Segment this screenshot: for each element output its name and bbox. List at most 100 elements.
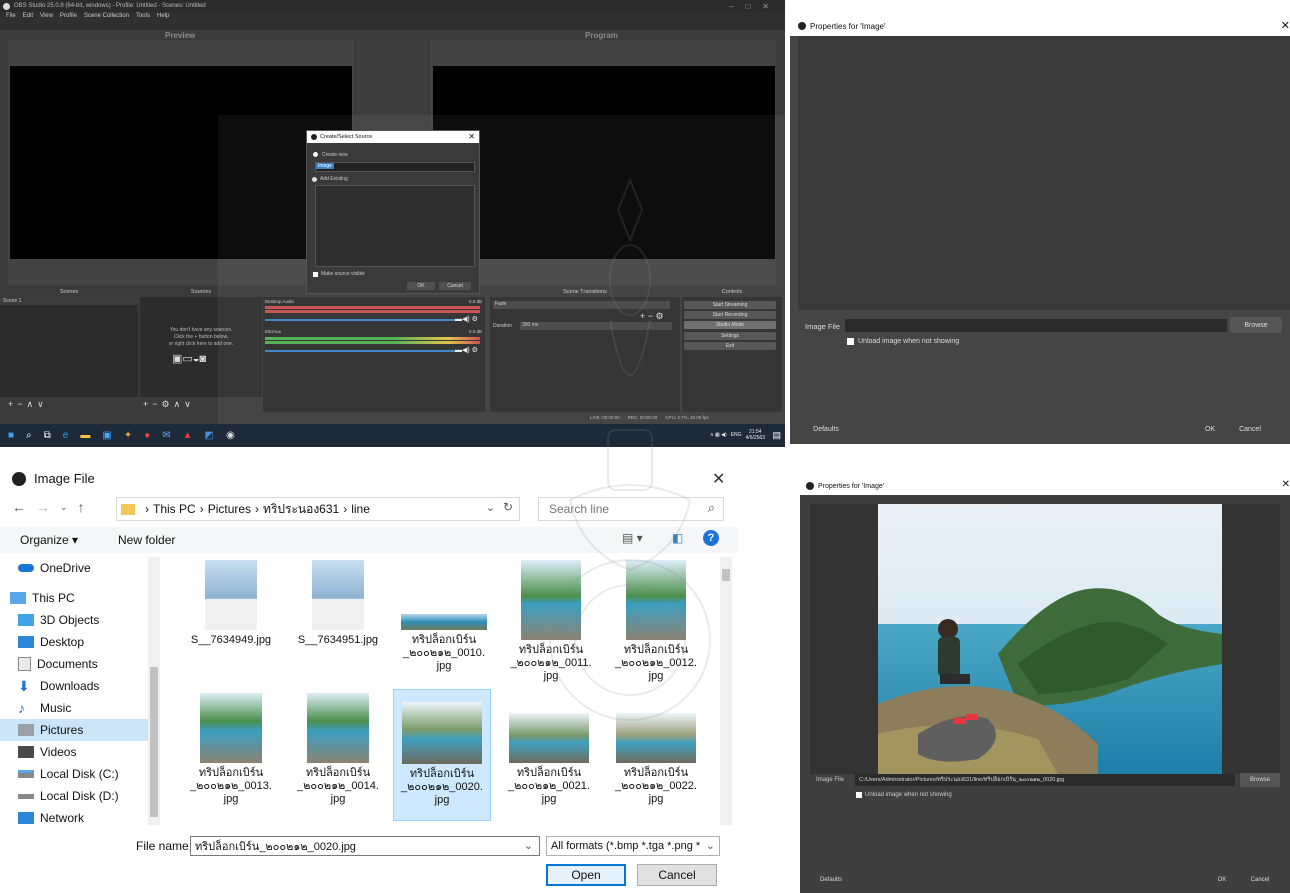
- browse-button[interactable]: Browse: [1230, 317, 1282, 333]
- file-item[interactable]: S__7634949.jpg: [185, 560, 277, 647]
- scene-item[interactable]: Scene 1: [0, 297, 138, 305]
- file-name-input[interactable]: ทริปล็อกเบิร์น_๒๐๐๒๑๒_0020.jpg ⌄: [190, 836, 540, 856]
- sidebar-scroll-thumb[interactable]: [150, 667, 158, 817]
- cancel-button[interactable]: Cancel: [1240, 874, 1280, 886]
- file-type-select[interactable]: All formats (*.bmp *.tga *.png * ⌄: [546, 836, 720, 856]
- file-list-scrollbar[interactable]: [720, 557, 732, 825]
- defaults-button[interactable]: Defaults: [812, 874, 850, 886]
- menu-scene-collection[interactable]: Scene Collection: [84, 13, 129, 19]
- add-source-icon[interactable]: +: [143, 399, 152, 409]
- sidebar-item-local-disk-d[interactable]: Local Disk (D:): [0, 785, 148, 807]
- create-ok-button[interactable]: OK: [407, 282, 435, 290]
- notification-icon[interactable]: ▤: [772, 430, 781, 441]
- close-icon[interactable]: ✕: [712, 469, 725, 489]
- file-item[interactable]: ทริปล็อกเบิร์น _๒๐๐๒๑๒_0012. jpg: [610, 560, 702, 683]
- menu-tools[interactable]: Tools: [136, 13, 150, 19]
- menu-edit[interactable]: Edit: [23, 13, 33, 19]
- search-icon[interactable]: ⌕: [708, 500, 715, 516]
- sidebar-item-videos[interactable]: Videos: [0, 741, 148, 763]
- preview-pane-icon[interactable]: ◧: [672, 531, 683, 545]
- unload-checkbox[interactable]: Unload image when not showing: [847, 338, 959, 345]
- cancel-button[interactable]: Cancel: [637, 864, 717, 886]
- source-down-icon[interactable]: ∨: [184, 399, 195, 410]
- tray-clock[interactable]: 21:54 4/6/2563: [746, 429, 765, 441]
- sidebar-item-documents[interactable]: Documents: [0, 653, 148, 675]
- file-item[interactable]: ทริปล็อกเบิร์น _๒๐๐๒๑๒_0021. jpg: [503, 693, 595, 806]
- outlook-icon[interactable]: ◩: [205, 430, 226, 441]
- file-item[interactable]: ทริปล็อกเบิร์น _๒๐๐๒๑๒_0022. jpg: [610, 693, 702, 806]
- back-arrow-icon[interactable]: ←: [12, 499, 36, 515]
- up-arrow-icon[interactable]: ↑: [78, 499, 95, 515]
- refresh-icon[interactable]: ↻: [503, 500, 513, 514]
- ok-button[interactable]: OK: [1210, 874, 1234, 886]
- close-icon[interactable]: ✕: [1282, 479, 1290, 490]
- image-file-input[interactable]: C:/Users/Administrator/Pictures/ทริประนอ…: [855, 774, 1235, 786]
- chrome-icon[interactable]: ●: [144, 430, 162, 441]
- source-settings-icon[interactable]: ⚙: [162, 399, 174, 410]
- search-box[interactable]: ⌕: [538, 497, 724, 521]
- store-icon[interactable]: ▣: [102, 430, 123, 441]
- file-item-selected[interactable]: ทริปล็อกเบิร์น _๒๐๐๒๑๒_0020. jpg: [393, 689, 491, 821]
- task-view-icon[interactable]: ⧉: [44, 430, 63, 441]
- breadcrumb[interactable]: › This PC › Pictures › ทริประนอง631 › line ⌄…: [116, 497, 520, 521]
- cancel-button[interactable]: Cancel: [1230, 422, 1270, 436]
- file-item[interactable]: ทริปล็อกเบิร์น _๒๐๐๒๑๒_0010. jpg: [398, 560, 490, 673]
- file-item[interactable]: ทริปล็อกเบิร์น _๒๐๐๒๑๒_0013. jpg: [185, 693, 277, 806]
- close-icon[interactable]: ✕: [1281, 19, 1290, 32]
- sidebar-item-network[interactable]: Network: [0, 807, 148, 825]
- sidebar-item-desktop[interactable]: Desktop: [0, 631, 148, 653]
- sidebar-item-3d-objects[interactable]: 3D Objects: [0, 609, 148, 631]
- close-icon[interactable]: ✕: [468, 132, 475, 141]
- remove-scene-icon[interactable]: −: [17, 399, 26, 409]
- file-item[interactable]: ทริปล็อกเบิร์น _๒๐๐๒๑๒_0014. jpg: [292, 693, 384, 806]
- remove-source-icon[interactable]: −: [152, 399, 161, 409]
- sidebar-item-onedrive[interactable]: OneDrive: [0, 557, 148, 579]
- image-file-input[interactable]: [845, 319, 1227, 332]
- edge-icon[interactable]: e: [63, 430, 81, 441]
- crumb-pictures[interactable]: Pictures: [208, 502, 251, 516]
- sidebar-item-downloads[interactable]: ⬇ Downloads: [0, 675, 148, 697]
- menu-help[interactable]: Help: [157, 13, 169, 19]
- menu-file[interactable]: File: [6, 13, 16, 19]
- defaults-button[interactable]: Defaults: [806, 422, 846, 436]
- crumb-this-pc[interactable]: This PC: [153, 502, 196, 516]
- sidebar-item-local-disk-c[interactable]: Local Disk (C:): [0, 763, 148, 785]
- app-icon[interactable]: ✦: [124, 430, 144, 441]
- add-existing-radio[interactable]: Add Existing: [312, 176, 348, 182]
- window-controls-icon[interactable]: –□✕: [729, 2, 781, 11]
- sidebar-item-pictures[interactable]: Pictures: [0, 719, 148, 741]
- explorer-icon[interactable]: ▬: [80, 430, 102, 441]
- organize-button[interactable]: Organize ▾: [20, 533, 78, 547]
- ok-button[interactable]: OK: [1195, 422, 1225, 436]
- open-button[interactable]: Open: [546, 864, 626, 886]
- source-name-input[interactable]: Image: [315, 162, 475, 172]
- tray-lang[interactable]: ENG: [731, 432, 742, 438]
- mail-icon[interactable]: ✉: [162, 430, 182, 441]
- dropdown-icon[interactable]: ⌄: [486, 501, 495, 514]
- crumb-folder[interactable]: ทริประนอง631: [263, 500, 339, 519]
- tray-icons[interactable]: ∧ ▦ ◀): [710, 432, 727, 438]
- move-down-icon[interactable]: ∨: [37, 399, 48, 410]
- dropdown-icon[interactable]: ⌄: [705, 839, 715, 852]
- scenes-list[interactable]: Scene 1: [0, 297, 138, 397]
- file-item[interactable]: ทริปล็อกเบิร์น _๒๐๐๒๑๒_0011. jpg: [505, 560, 597, 683]
- sidebar-item-music[interactable]: ♪ Music: [0, 697, 148, 719]
- new-folder-button[interactable]: New folder: [118, 533, 175, 547]
- file-item[interactable]: S__7634951.jpg: [292, 560, 384, 647]
- create-new-radio[interactable]: Create new: [312, 151, 348, 158]
- move-up-icon[interactable]: ∧: [27, 399, 38, 410]
- dropdown-icon[interactable]: ⌄: [524, 839, 533, 852]
- file-scroll-thumb[interactable]: [722, 569, 730, 581]
- create-cancel-button[interactable]: Cancel: [439, 282, 471, 290]
- menu-profile[interactable]: Profile: [60, 13, 77, 19]
- crumb-line[interactable]: line: [351, 502, 370, 516]
- sidebar-item-this-pc[interactable]: This PC: [0, 587, 148, 609]
- forward-arrow-icon[interactable]: →: [36, 499, 60, 515]
- add-scene-icon[interactable]: +: [8, 399, 17, 409]
- menu-view[interactable]: View: [40, 13, 53, 19]
- pdf-icon[interactable]: ▲: [183, 430, 205, 441]
- start-icon[interactable]: ■: [8, 430, 26, 441]
- search-input[interactable]: [547, 499, 701, 519]
- view-icon[interactable]: ▤ ▾: [622, 531, 643, 545]
- source-up-icon[interactable]: ∧: [174, 399, 185, 410]
